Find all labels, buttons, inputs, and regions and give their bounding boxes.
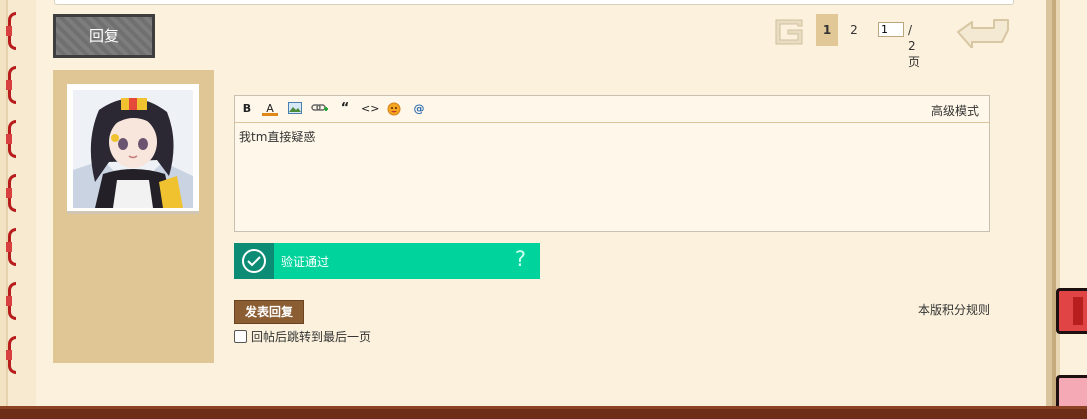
author-panel — [53, 70, 214, 363]
code-icon[interactable]: <> — [361, 102, 379, 116]
font-color-icon[interactable]: A — [262, 102, 278, 116]
bold-icon[interactable]: B — [239, 102, 255, 116]
prev-page-icon[interactable] — [772, 14, 812, 48]
image-icon[interactable] — [287, 102, 303, 116]
link-icon[interactable] — [311, 102, 329, 116]
avatar[interactable] — [67, 84, 199, 214]
binding-ring-icon — [6, 336, 20, 374]
reply-editor: B A “ <> @ 高级模式 我tm直接疑惑 — [234, 95, 990, 232]
check-circle-icon — [234, 243, 274, 279]
verification-status: 验证通过 — [281, 255, 330, 269]
post-box-edge — [54, 0, 1014, 5]
next-page-icon[interactable] — [954, 14, 1012, 48]
captcha-verification[interactable]: 验证通过 ? — [234, 243, 540, 279]
reply-textarea[interactable]: 我tm直接疑惑 — [239, 128, 315, 145]
notebook-binding — [0, 0, 36, 406]
avatar-image — [73, 90, 193, 208]
forum-rules-link[interactable]: 本版积分规则 — [918, 301, 990, 318]
advanced-mode-link[interactable]: 高级模式 — [931, 102, 979, 119]
jump-to-last-page-checkbox[interactable] — [234, 330, 247, 343]
bookmark-tab-red[interactable] — [1056, 288, 1087, 334]
editor-toolbar: B A “ <> @ 高级模式 — [235, 96, 989, 123]
binding-ring-icon — [6, 66, 20, 104]
page-edge — [1046, 0, 1087, 406]
emoji-icon[interactable] — [386, 102, 402, 116]
jump-to-last-page-option[interactable]: 回帖后跳转到最后一页 — [234, 328, 371, 345]
binding-ring-icon — [6, 12, 20, 50]
binding-ring-icon — [6, 120, 20, 158]
binding-ring-icon — [6, 282, 20, 320]
page-link-2[interactable]: 2 — [843, 14, 865, 46]
reply-button[interactable]: 回复 — [53, 14, 155, 58]
at-icon[interactable]: @ — [411, 102, 427, 116]
quote-icon[interactable]: “ — [337, 102, 353, 116]
book-bottom-edge — [0, 406, 1087, 419]
submit-reply-button[interactable]: 发表回复 — [234, 300, 304, 324]
jump-to-last-page-label: 回帖后跳转到最后一页 — [251, 330, 372, 344]
page-jump-input[interactable] — [878, 22, 904, 37]
page-total-label: / 2 页 — [908, 23, 921, 69]
help-icon[interactable]: ? — [515, 247, 526, 271]
binding-ring-icon — [6, 228, 20, 266]
page-link-1[interactable]: 1 — [816, 14, 838, 46]
binding-ring-icon — [6, 174, 20, 212]
